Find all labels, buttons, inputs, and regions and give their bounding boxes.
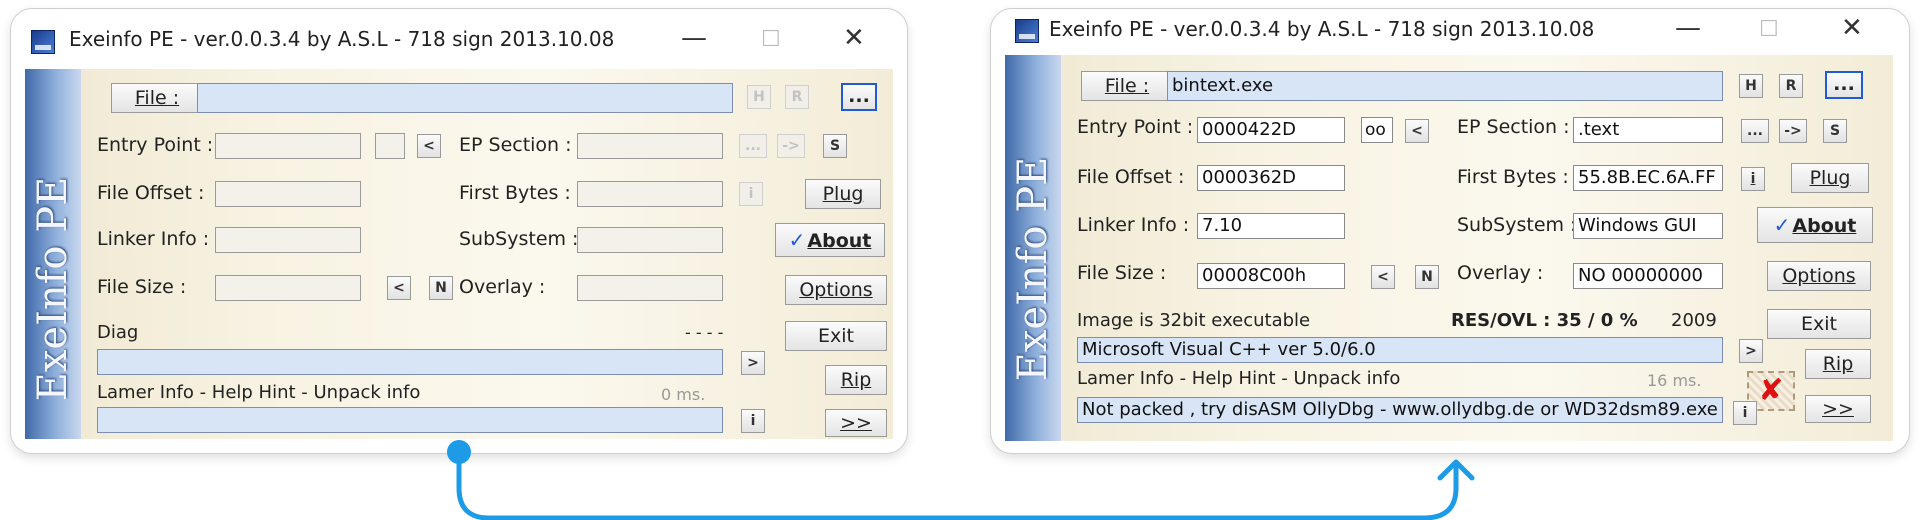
transition-arrow-path	[456, 449, 1459, 520]
transition-arrow	[447, 440, 1475, 520]
transition-arrow-start-dot	[447, 440, 471, 464]
